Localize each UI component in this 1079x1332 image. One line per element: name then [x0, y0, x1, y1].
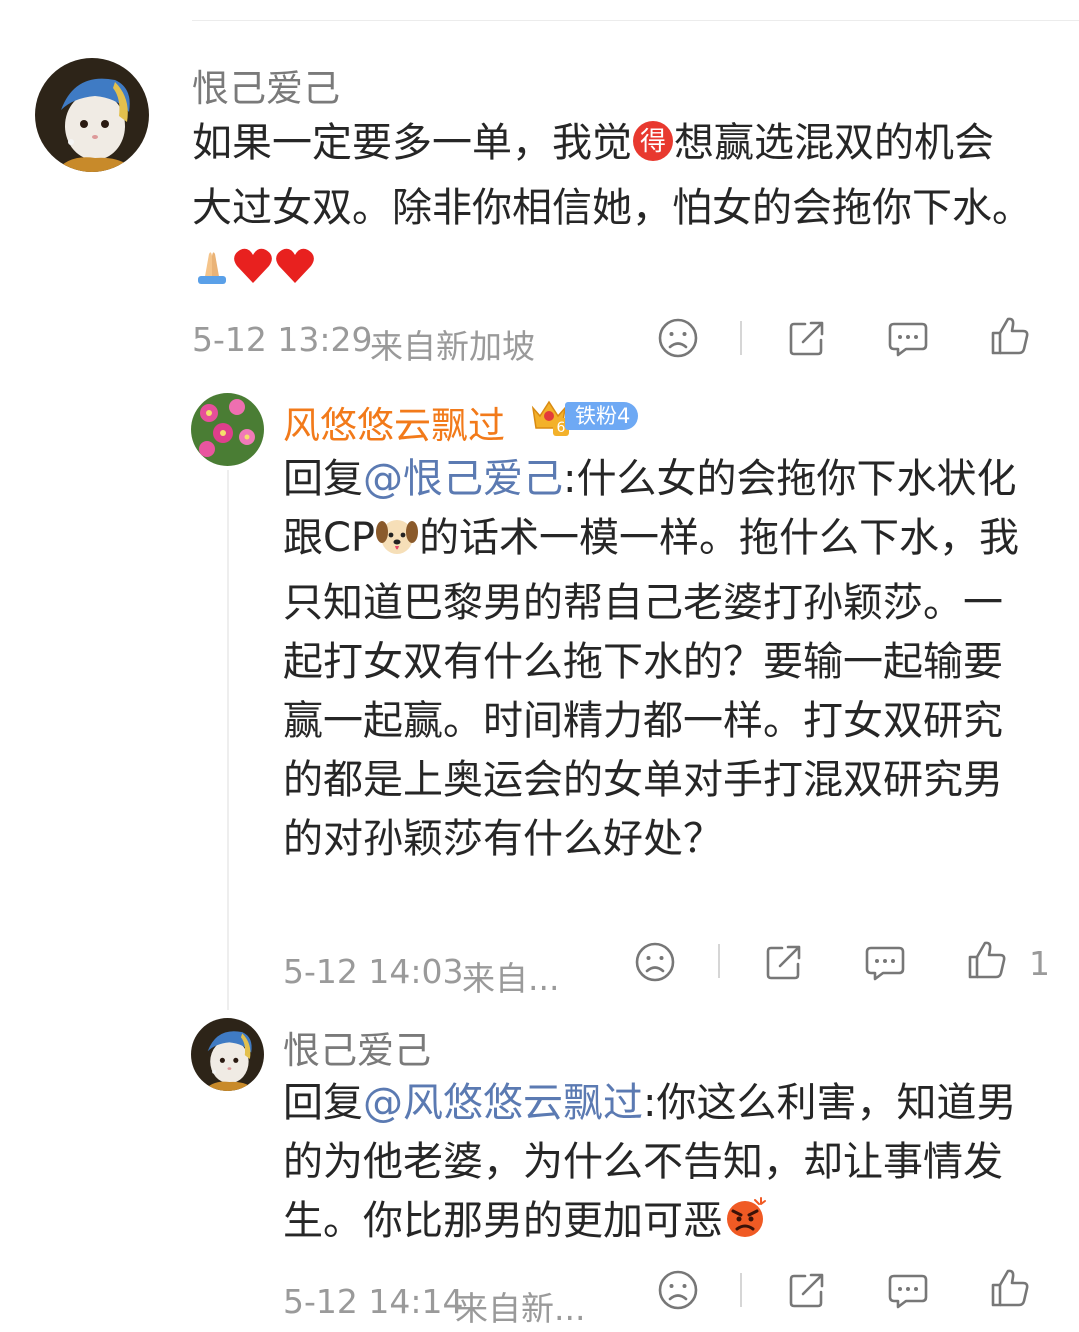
- speech-bubble-icon[interactable]: [886, 1268, 930, 1312]
- comment-timestamp: 5-12 13:29: [192, 320, 373, 359]
- reply1-timestamp: 5-12 14:03: [283, 952, 464, 991]
- top-divider: [192, 20, 1079, 21]
- reply2-text: 回复@风悠悠云飘过:你这么利害，知道男的为他老婆，为什么不告知，却让事情发生。你…: [283, 1074, 1035, 1257]
- comment-username[interactable]: 恨己爱己: [192, 58, 340, 112]
- reply2-location: 来自新...: [455, 1289, 586, 1328]
- action-divider: [740, 321, 742, 355]
- thumbs-up-icon[interactable]: [988, 1266, 1032, 1310]
- fan-badge-label: 铁粉4: [565, 402, 639, 430]
- frown-face-icon[interactable]: [633, 940, 677, 984]
- share-box-icon[interactable]: [762, 940, 806, 984]
- avatar[interactable]: [191, 393, 264, 466]
- heart-emoji: [232, 244, 274, 303]
- comment-text: 如果一定要多一单，我觉得想赢选混双的机会大过女双。除非你相信她，怕女的会拖你下水…: [192, 114, 1032, 303]
- avatar[interactable]: [35, 58, 149, 172]
- share-box-icon[interactable]: [785, 1268, 829, 1312]
- angry-face-emoji: [723, 1196, 767, 1257]
- dog-emoji: [375, 515, 419, 574]
- speech-bubble-icon[interactable]: [886, 316, 930, 360]
- reply1-location: 来自...: [462, 959, 560, 998]
- frown-face-icon[interactable]: [656, 316, 700, 360]
- thumbs-up-icon[interactable]: [988, 314, 1032, 358]
- speech-bubble-icon[interactable]: [863, 940, 907, 984]
- mention-link[interactable]: @恨己爱己: [363, 456, 563, 502]
- heart-emoji: [274, 244, 316, 303]
- action-divider: [718, 944, 720, 978]
- praying-hands-emoji: [192, 244, 232, 303]
- avatar[interactable]: [191, 1018, 264, 1091]
- fan-badge[interactable]: 6 铁粉4: [527, 394, 639, 438]
- thumbs-up-icon[interactable]: [965, 938, 1009, 982]
- comment-location: 来自新加坡: [370, 327, 535, 366]
- share-box-icon[interactable]: [785, 316, 829, 360]
- mention-link[interactable]: @风悠悠云飘过: [363, 1080, 643, 1126]
- reply2-timestamp: 5-12 14:14: [283, 1282, 464, 1321]
- reply1-username[interactable]: 风悠悠云飘过: [283, 395, 505, 449]
- svg-text:得: 得: [640, 127, 666, 157]
- reply1-text: 回复@恨己爱己:什么女的会拖你下水状化跟CP 的话术一模一样。拖什么下水，我只知道…: [283, 456, 1020, 862]
- reply2-username[interactable]: 恨己爱己: [283, 1020, 431, 1074]
- frown-face-icon[interactable]: [656, 1268, 700, 1312]
- action-divider: [740, 1273, 742, 1307]
- like-count: 1: [1029, 944, 1050, 983]
- thread-line: [227, 470, 229, 1010]
- de-badge-emoji: 得: [632, 120, 674, 179]
